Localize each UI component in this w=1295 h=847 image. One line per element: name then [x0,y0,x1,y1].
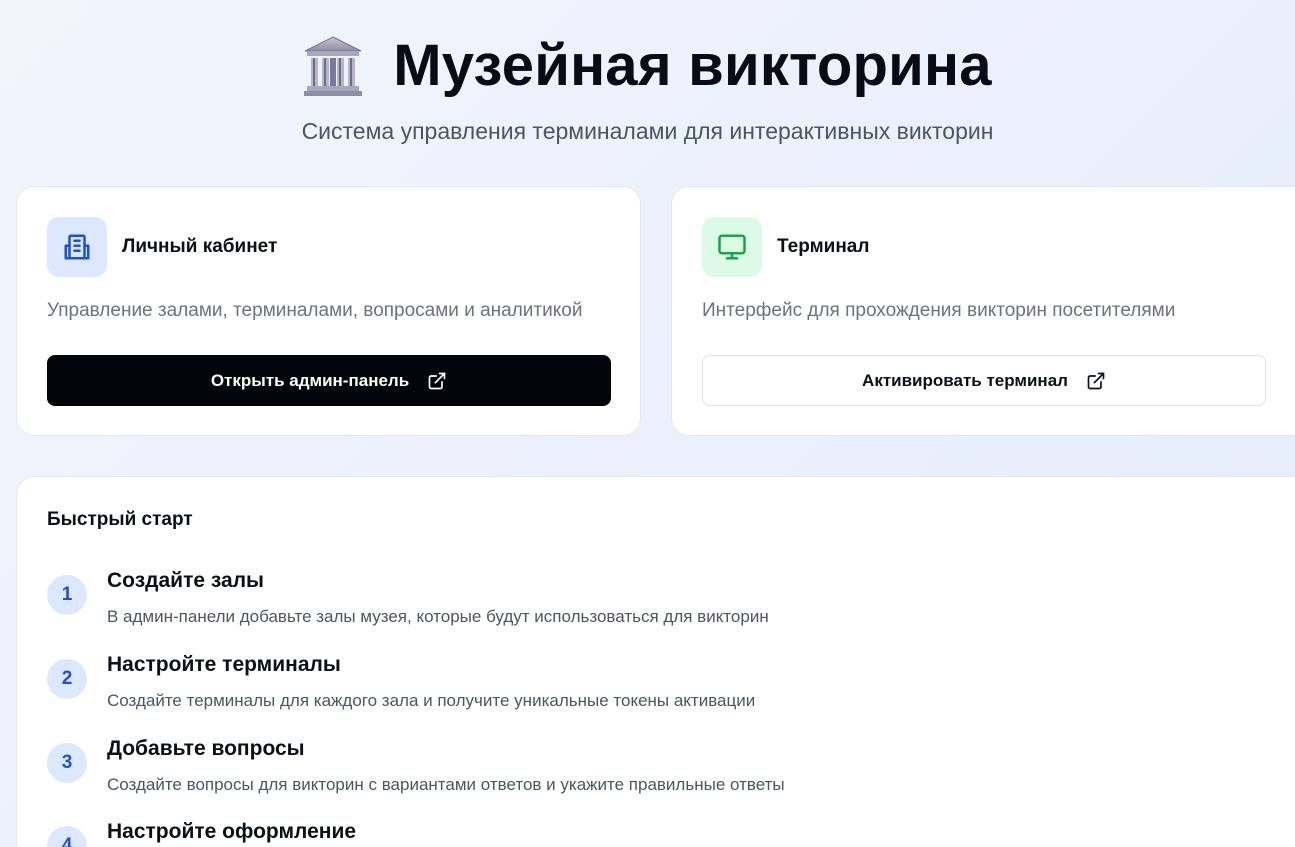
terminal-card-header: Терминал [702,217,869,277]
step-description: Создайте терминалы для каждого зала и по… [107,691,756,710]
page-header: Музейная викторина Система управления те… [0,28,1295,146]
step-title: Настройте оформление [107,820,357,843]
page-subtitle: Система управления терминалами для интер… [301,118,994,144]
step-title: Настройте терминалы [107,653,341,676]
quick-start-card: Быстрый старт 1 Создайте залы В админ-па… [16,476,1295,847]
activate-terminal-button[interactable]: Активировать терминал [702,355,1266,406]
admin-card-header: Личный кабинет [47,217,277,277]
step-description: Создайте вопросы для викторин с варианта… [107,775,785,794]
terminal-icon-box [702,217,762,277]
open-admin-panel-label: Открыть админ-панель [210,370,410,390]
open-admin-panel-button[interactable]: Открыть админ-панель [47,355,611,406]
page-title: Музейная викторина [393,33,992,98]
admin-card-title: Личный кабинет [122,236,278,257]
admin-icon-box [47,217,107,277]
terminal-card: Терминал Интерфейс для прохождения викто… [671,186,1295,436]
quick-start-title: Быстрый старт [47,509,193,530]
admin-card-description: Управление залами, терминалами, вопросам… [47,300,583,321]
external-link-icon [1087,372,1105,389]
admin-card: Личный кабинет Управление залами, термин… [16,186,641,436]
step-number-badge: 3 [47,743,87,783]
building-document-icon [64,234,90,260]
step-title: Создайте залы [107,569,264,592]
activate-terminal-label: Активировать терминал [862,370,1068,390]
terminal-card-description: Интерфейс для прохождения викторин посет… [702,300,1176,321]
step-number-badge: 2 [47,659,87,699]
step-title: Добавьте вопросы [107,737,305,760]
monitor-icon [718,234,746,260]
step-number-badge: 1 [47,575,87,615]
terminal-card-title: Терминал [777,236,870,257]
step-description: В админ-панели добавьте залы музея, кото… [107,607,769,626]
museum-building-icon [304,36,363,96]
external-link-icon [428,372,446,389]
title-row: Музейная викторина [303,28,992,104]
step-number-badge: 4 [47,826,87,847]
